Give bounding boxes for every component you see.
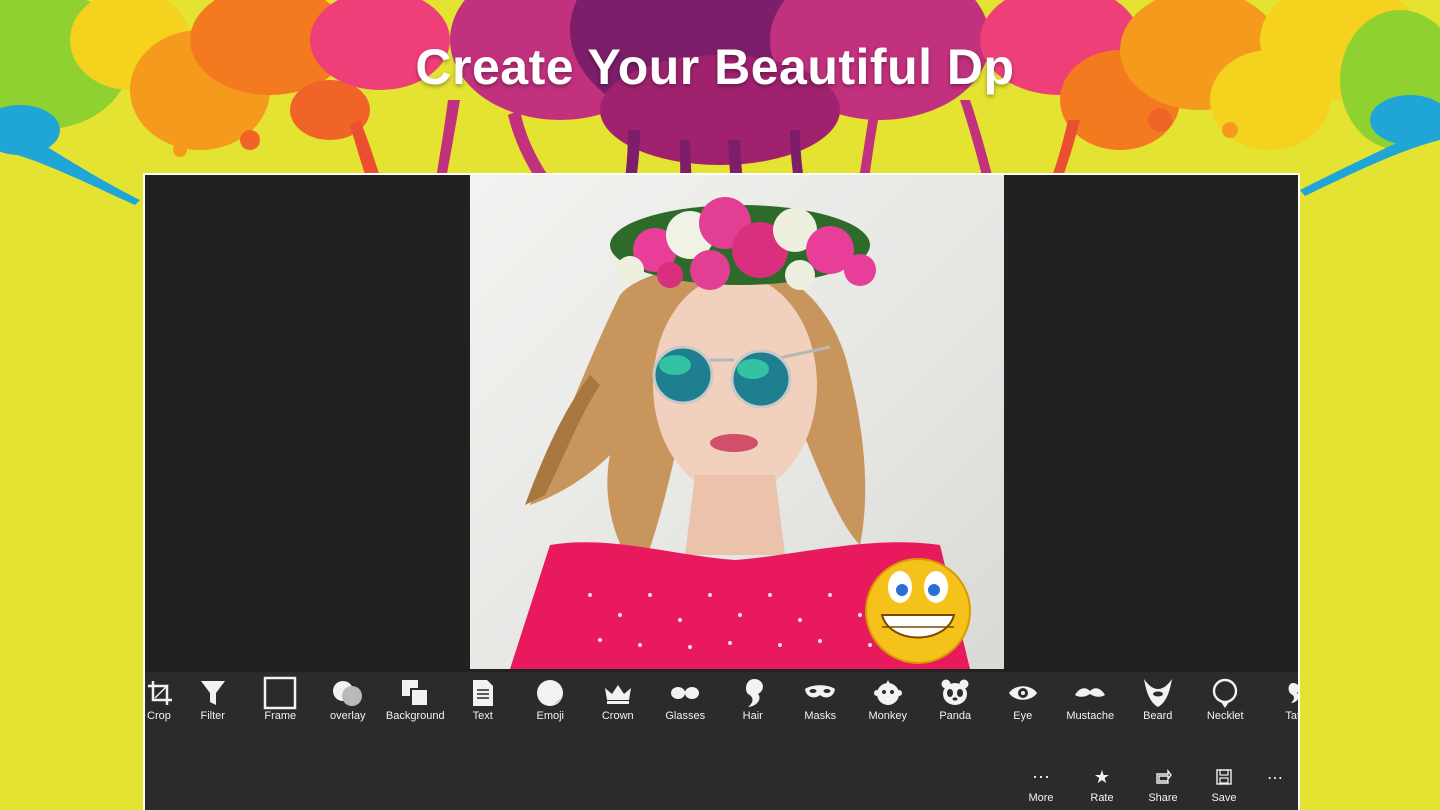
tool-glasses[interactable]: Glasses: [652, 672, 720, 722]
save-button[interactable]: Save: [1196, 766, 1252, 804]
tool-monkey[interactable]: Monkey: [854, 672, 922, 722]
mustache-icon: [1074, 678, 1106, 708]
emoji-icon: [536, 678, 564, 708]
tool-label: Crown: [601, 710, 634, 722]
tool-label: Necklet: [1206, 710, 1244, 722]
tool-label: Glasses: [665, 710, 706, 722]
tool-label: Emoji: [536, 710, 564, 722]
overflow-menu-icon[interactable]: ⋯: [1267, 768, 1284, 788]
share-button[interactable]: Share: [1135, 766, 1191, 804]
tool-background[interactable]: Background: [382, 672, 450, 722]
hair-icon: [740, 678, 766, 708]
more-icon: ⋯: [1032, 766, 1050, 787]
tool-overlay[interactable]: overlay: [314, 672, 382, 722]
background-icon: [401, 678, 430, 708]
monkey-icon: [873, 678, 902, 708]
tool-label: overlay: [330, 710, 366, 722]
more-button[interactable]: ⋯ More: [1013, 766, 1069, 805]
filter-icon: [200, 678, 226, 708]
frame-icon: [263, 676, 297, 710]
crown-icon: [603, 678, 633, 708]
tool-label: Panda: [939, 710, 972, 722]
more-label: More: [1028, 792, 1054, 804]
tool-panda[interactable]: Panda: [922, 672, 990, 722]
tool-label: Mustache: [1066, 710, 1115, 722]
text-icon: [472, 678, 494, 708]
tool-label: Beard: [1143, 710, 1173, 722]
tool-beard[interactable]: Beard: [1124, 672, 1192, 722]
canvas-area: [145, 175, 1298, 671]
rate-button[interactable]: ★ Rate: [1074, 766, 1130, 805]
tool-tat[interactable]: Tat: [1259, 672, 1300, 722]
star-icon: ★: [1093, 766, 1111, 787]
tool-mustache[interactable]: Mustache: [1057, 672, 1125, 722]
glasses-icon: [670, 678, 700, 708]
share-icon: [1154, 766, 1172, 788]
masks-icon: [804, 678, 836, 708]
necklet-icon: [1211, 678, 1239, 708]
tool-label: Monkey: [868, 710, 908, 722]
eye-icon: [1008, 678, 1038, 708]
tool-text[interactable]: Text: [449, 672, 517, 722]
command-bar: ⋯ More ★ Rate Share Save ⋯: [145, 732, 1298, 810]
tool-toolbar: Crop Filter Frame overlay Background Text Emoj…: [145, 672, 1300, 732]
tool-emoji[interactable]: Emoji: [517, 672, 585, 722]
crop-icon: [147, 678, 173, 708]
tool-filter[interactable]: Filter: [179, 672, 247, 722]
tool-label: Text: [472, 710, 493, 722]
tool-crown[interactable]: Crown: [584, 672, 652, 722]
tool-label: Frame: [264, 710, 297, 722]
tool-label: Background: [385, 710, 445, 722]
beard-icon: [1143, 678, 1173, 708]
tool-label: Crop: [147, 710, 171, 722]
tool-masks[interactable]: Masks: [787, 672, 855, 722]
photo-canvas[interactable]: [470, 175, 1004, 669]
tool-label: Eye: [1013, 710, 1033, 722]
panda-icon: [940, 678, 970, 708]
tool-hair[interactable]: Hair: [719, 672, 787, 722]
save-label: Save: [1211, 792, 1237, 804]
share-label: Share: [1148, 792, 1178, 804]
tool-label: Tat: [1285, 710, 1300, 722]
rate-label: Rate: [1090, 792, 1114, 804]
tool-label: Hair: [742, 710, 763, 722]
tool-necklet[interactable]: Necklet: [1192, 672, 1260, 722]
tool-label: Masks: [804, 710, 837, 722]
tool-frame[interactable]: Frame: [247, 672, 315, 722]
portrait-illustration: [510, 197, 971, 669]
tool-crop[interactable]: Crop: [145, 672, 179, 722]
overlay-icon: [331, 678, 365, 708]
editor-window: Crop Filter Frame overlay Background Text Emoj…: [143, 173, 1300, 810]
tattoo-icon: [1285, 678, 1298, 708]
tool-label: Filter: [200, 710, 225, 722]
tool-eye[interactable]: Eye: [989, 672, 1057, 722]
save-icon: [1216, 766, 1232, 788]
banner-title: Create Your Beautiful Dp: [415, 39, 1015, 95]
